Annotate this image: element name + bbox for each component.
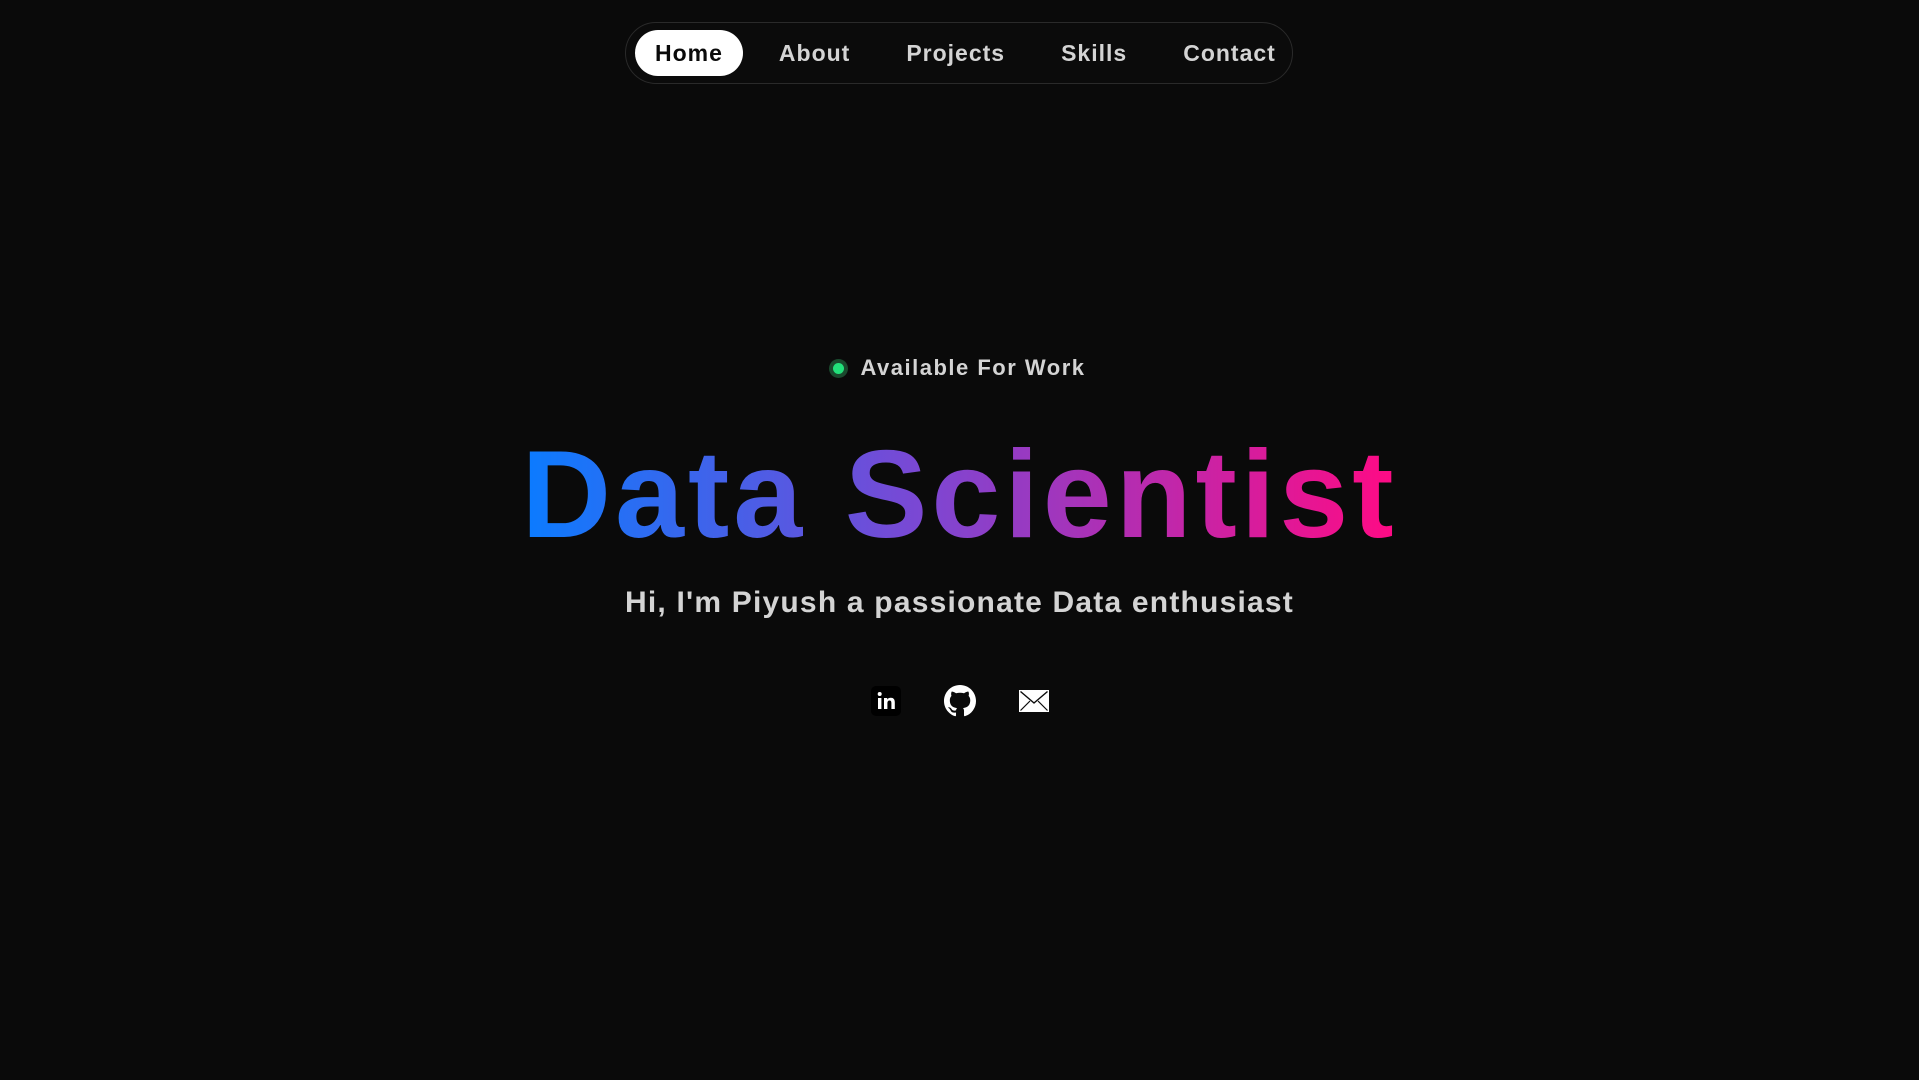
nav-item-contact[interactable]: Contact	[1163, 30, 1296, 76]
nav-item-skills[interactable]: Skills	[1041, 30, 1147, 76]
linkedin-icon	[870, 686, 901, 716]
social-links	[0, 684, 1919, 718]
nav-item-about[interactable]: About	[759, 30, 870, 76]
nav-item-projects[interactable]: Projects	[886, 30, 1025, 76]
hero-subtitle: Hi, I'm Piyush a passionate Data enthusi…	[625, 586, 1294, 619]
hero-title-text: Data Scientist	[521, 426, 1398, 564]
email-link[interactable]	[1017, 684, 1051, 718]
mail-icon	[1018, 690, 1049, 712]
nav-item-home[interactable]: Home	[635, 30, 743, 76]
github-icon	[943, 685, 976, 717]
linkedin-link[interactable]	[869, 684, 903, 718]
main-navigation: Home About Projects Skills Contact	[625, 22, 1293, 84]
availability-status: Available For Work	[0, 355, 1919, 381]
hero-title: Data Scientist	[0, 430, 1919, 560]
status-dot-icon	[833, 362, 845, 374]
github-link[interactable]	[943, 684, 977, 718]
status-label: Available For Work	[860, 355, 1086, 380]
